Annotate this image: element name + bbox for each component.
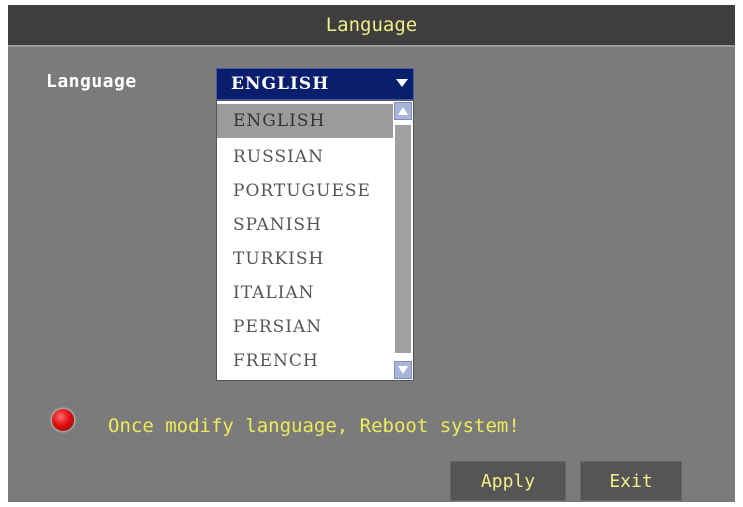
- title-bar: Language: [8, 5, 735, 47]
- dialog-title: Language: [325, 14, 418, 36]
- language-option-turkish[interactable]: TURKISH: [217, 242, 393, 276]
- language-option-italian[interactable]: ITALIAN: [217, 276, 393, 310]
- scrollbar-thumb[interactable]: [395, 125, 411, 353]
- red-dot-icon: [52, 409, 74, 431]
- language-option-french[interactable]: FRENCH: [217, 344, 393, 378]
- language-option-portuguese[interactable]: PORTUGUESE: [217, 174, 393, 208]
- chevron-down-icon[interactable]: [393, 71, 411, 97]
- scroll-down-icon[interactable]: [394, 361, 412, 379]
- dropdown-scrollbar[interactable]: [393, 101, 413, 380]
- language-select-value: ENGLISH: [231, 74, 330, 94]
- language-select[interactable]: ENGLISH: [216, 68, 414, 100]
- scroll-up-icon[interactable]: [394, 102, 412, 120]
- language-dialog: Language Language ENGLISH ENGLISH RUSSIA…: [8, 5, 735, 502]
- language-label: Language: [46, 71, 137, 92]
- language-option-russian[interactable]: RUSSIAN: [217, 140, 393, 174]
- exit-button[interactable]: Exit: [580, 461, 682, 501]
- language-option-spanish[interactable]: SPANISH: [217, 208, 393, 242]
- apply-button[interactable]: Apply: [450, 461, 566, 501]
- reboot-notice: Once modify language, Reboot system!: [108, 415, 520, 437]
- language-option-english[interactable]: ENGLISH: [217, 104, 393, 138]
- language-option-persian[interactable]: PERSIAN: [217, 310, 393, 344]
- language-dropdown-list: ENGLISH RUSSIAN PORTUGUESE SPANISH TURKI…: [216, 100, 414, 381]
